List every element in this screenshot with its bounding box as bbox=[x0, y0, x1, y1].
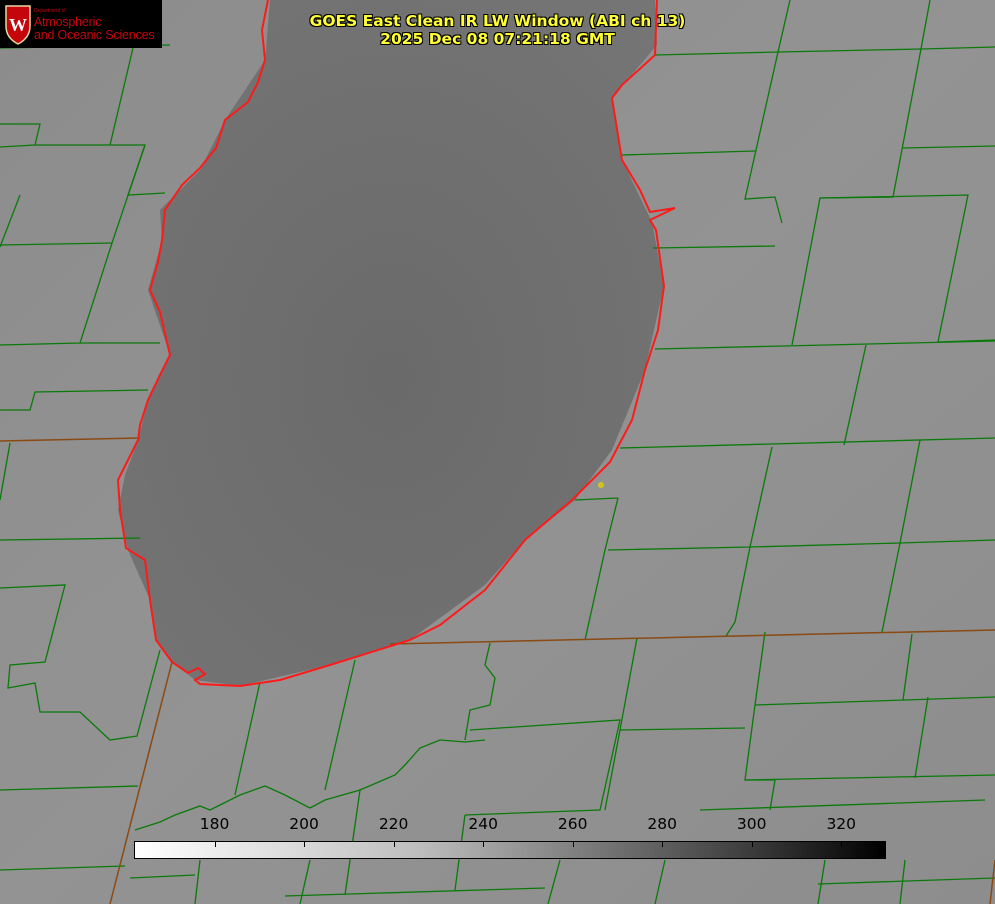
colorbar-tick-label: 300 bbox=[736, 815, 767, 833]
colorbar-tick-mark bbox=[393, 842, 395, 847]
logo-line-2: and Oceanic Sciences bbox=[34, 28, 155, 42]
satellite-map bbox=[0, 0, 995, 904]
colorbar-tick-mark bbox=[214, 842, 216, 847]
colorbar-tick-mark bbox=[304, 842, 306, 847]
colorbar-tick-mark bbox=[572, 842, 574, 847]
colorbar-tick-label: 220 bbox=[378, 815, 409, 833]
colorbar-tick-mark bbox=[751, 842, 753, 847]
colorbar-tick-mark bbox=[841, 842, 843, 847]
colorbar-tick-mark bbox=[662, 842, 664, 847]
uw-crest-icon: W bbox=[5, 5, 31, 45]
svg-text:W: W bbox=[9, 15, 27, 35]
colorbar-tick-label: 280 bbox=[647, 815, 677, 833]
colorbar-tick-label: 320 bbox=[826, 815, 857, 833]
aos-logo: W Department of Atmospheric and Oceanic … bbox=[0, 0, 162, 48]
colorbar-tick-mark bbox=[483, 842, 485, 847]
station-marker bbox=[598, 482, 604, 488]
colorbar-tick-label: 200 bbox=[289, 815, 319, 833]
logo-text: Department of Atmospheric and Oceanic Sc… bbox=[34, 8, 155, 42]
image-timestamp: 2025 Dec 08 07:21:18 GMT bbox=[380, 30, 615, 48]
colorbar-tick-label: 260 bbox=[557, 815, 588, 833]
image-title: GOES East Clean IR LW Window (ABI ch 13) bbox=[309, 12, 686, 30]
logo-dept-label: Department of bbox=[34, 8, 66, 14]
colorbar-tick-label: 180 bbox=[199, 815, 230, 833]
colorbar-tick-label: 240 bbox=[468, 815, 498, 833]
colorbar bbox=[134, 841, 886, 859]
satellite-image-viewer: W Department of Atmospheric and Oceanic … bbox=[0, 0, 995, 904]
